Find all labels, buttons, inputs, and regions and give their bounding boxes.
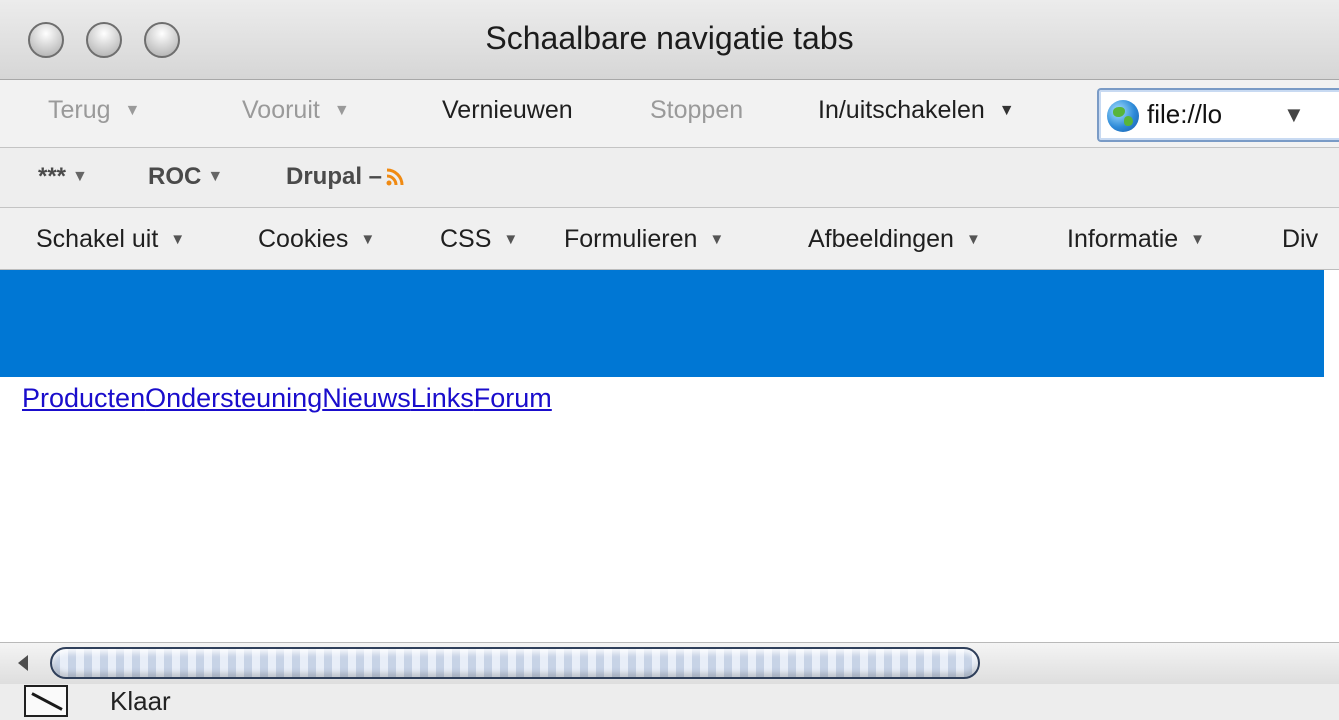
dev-menu-label: Cookies — [258, 225, 349, 253]
dev-menu-afbeeldingen[interactable]: Afbeeldingen ▼ — [808, 225, 981, 254]
chevron-down-icon: ▼ — [207, 168, 224, 185]
chevron-down-icon: ▼ — [965, 231, 981, 248]
horizontal-scrollbar[interactable] — [0, 642, 1339, 684]
chevron-down-icon: ▼ — [72, 168, 88, 185]
back-button[interactable]: Terug ▼ — [48, 96, 140, 125]
rss-icon — [386, 165, 404, 186]
chevron-down-icon: ▼ — [170, 231, 186, 248]
window-title: Schaalbare navigatie tabs — [485, 20, 854, 56]
bookmark-label: Drupal – — [286, 163, 383, 190]
title-bar: Schaalbare navigatie tabs — [0, 0, 1339, 80]
nav-link-forum[interactable]: Forum — [474, 383, 552, 413]
chevron-down-icon: ▼ — [709, 231, 725, 248]
url-text[interactable]: file://lo — [1147, 99, 1222, 130]
nav-link-nieuws[interactable]: Nieuws — [322, 383, 411, 413]
page-content: ProductenOndersteuningNieuwsLinksForum — [0, 270, 1339, 642]
bookmark-feed-drupal[interactable]: Drupal – — [286, 163, 404, 191]
dev-menu-label: Schakel uit — [36, 225, 159, 253]
dev-menu-cookies[interactable]: Cookies ▼ — [258, 225, 375, 254]
bookmark-folder-roc[interactable]: ROC ▼ — [148, 163, 223, 191]
nav-link-producten[interactable]: Producten — [22, 383, 145, 413]
status-bar: Klaar — [0, 684, 1339, 720]
chevron-down-icon: ▼ — [503, 231, 519, 248]
stop-button[interactable]: Stoppen — [650, 96, 743, 125]
bookmark-folder-stars[interactable]: *** ▼ — [38, 163, 88, 191]
forward-dropdown-icon[interactable]: ▼ — [334, 102, 350, 119]
bookmark-label: ROC — [148, 163, 202, 190]
tab-navigation: ProductenOndersteuningNieuwsLinksForum — [22, 383, 552, 414]
browser-window: Schaalbare navigatie tabs Terug ▼ Vooruit… — [0, 0, 1339, 720]
dev-menu-informatie[interactable]: Informatie ▼ — [1067, 225, 1205, 254]
chevron-down-icon: ▼ — [360, 231, 376, 248]
toggle-label: In/uitschakelen — [818, 96, 985, 124]
reload-button[interactable]: Vernieuwen — [442, 96, 573, 125]
back-dropdown-icon[interactable]: ▼ — [125, 102, 141, 119]
toggle-dropdown-icon[interactable]: ▼ — [999, 102, 1015, 119]
dev-menu-div[interactable]: Div — [1282, 225, 1318, 254]
dev-menu-label: Formulieren — [564, 225, 698, 253]
globe-icon — [1107, 100, 1139, 132]
url-field[interactable]: file://lo ▼ — [1097, 88, 1339, 142]
scrollbar-thumb[interactable] — [50, 647, 980, 679]
dev-menu-label: Afbeeldingen — [808, 225, 954, 253]
pen-icon — [24, 685, 68, 717]
bookmark-label: *** — [38, 163, 67, 190]
bookmarks-bar: *** ▼ ROC ▼ Drupal – — [0, 148, 1339, 208]
page-header-banner — [0, 270, 1324, 377]
dev-menu-css[interactable]: CSS ▼ — [440, 225, 518, 254]
dev-menu-label: CSS — [440, 225, 492, 253]
forward-button[interactable]: Vooruit ▼ — [242, 96, 350, 125]
chevron-down-icon: ▼ — [1190, 231, 1206, 248]
nav-link-links[interactable]: Links — [411, 383, 474, 413]
scroll-left-arrow-icon[interactable] — [18, 655, 28, 671]
toggle-button[interactable]: In/uitschakelen ▼ — [818, 96, 1015, 125]
forward-label: Vooruit — [242, 96, 320, 124]
url-dropdown-icon[interactable]: ▼ — [1283, 102, 1305, 128]
dev-menu-formulieren[interactable]: Formulieren ▼ — [564, 225, 724, 254]
dev-menu-schakel-uit[interactable]: Schakel uit ▼ — [36, 225, 185, 254]
back-label: Terug — [48, 96, 111, 124]
developer-toolbar: Schakel uit ▼ Cookies ▼ CSS ▼ Formulieren ▼ … — [0, 208, 1339, 270]
nav-link-ondersteuning[interactable]: Ondersteuning — [145, 383, 322, 413]
navigation-toolbar: Terug ▼ Vooruit ▼ Vernieuwen Stoppen In/ui… — [0, 80, 1339, 148]
status-text: Klaar — [110, 686, 171, 716]
dev-menu-label: Informatie — [1067, 225, 1179, 253]
